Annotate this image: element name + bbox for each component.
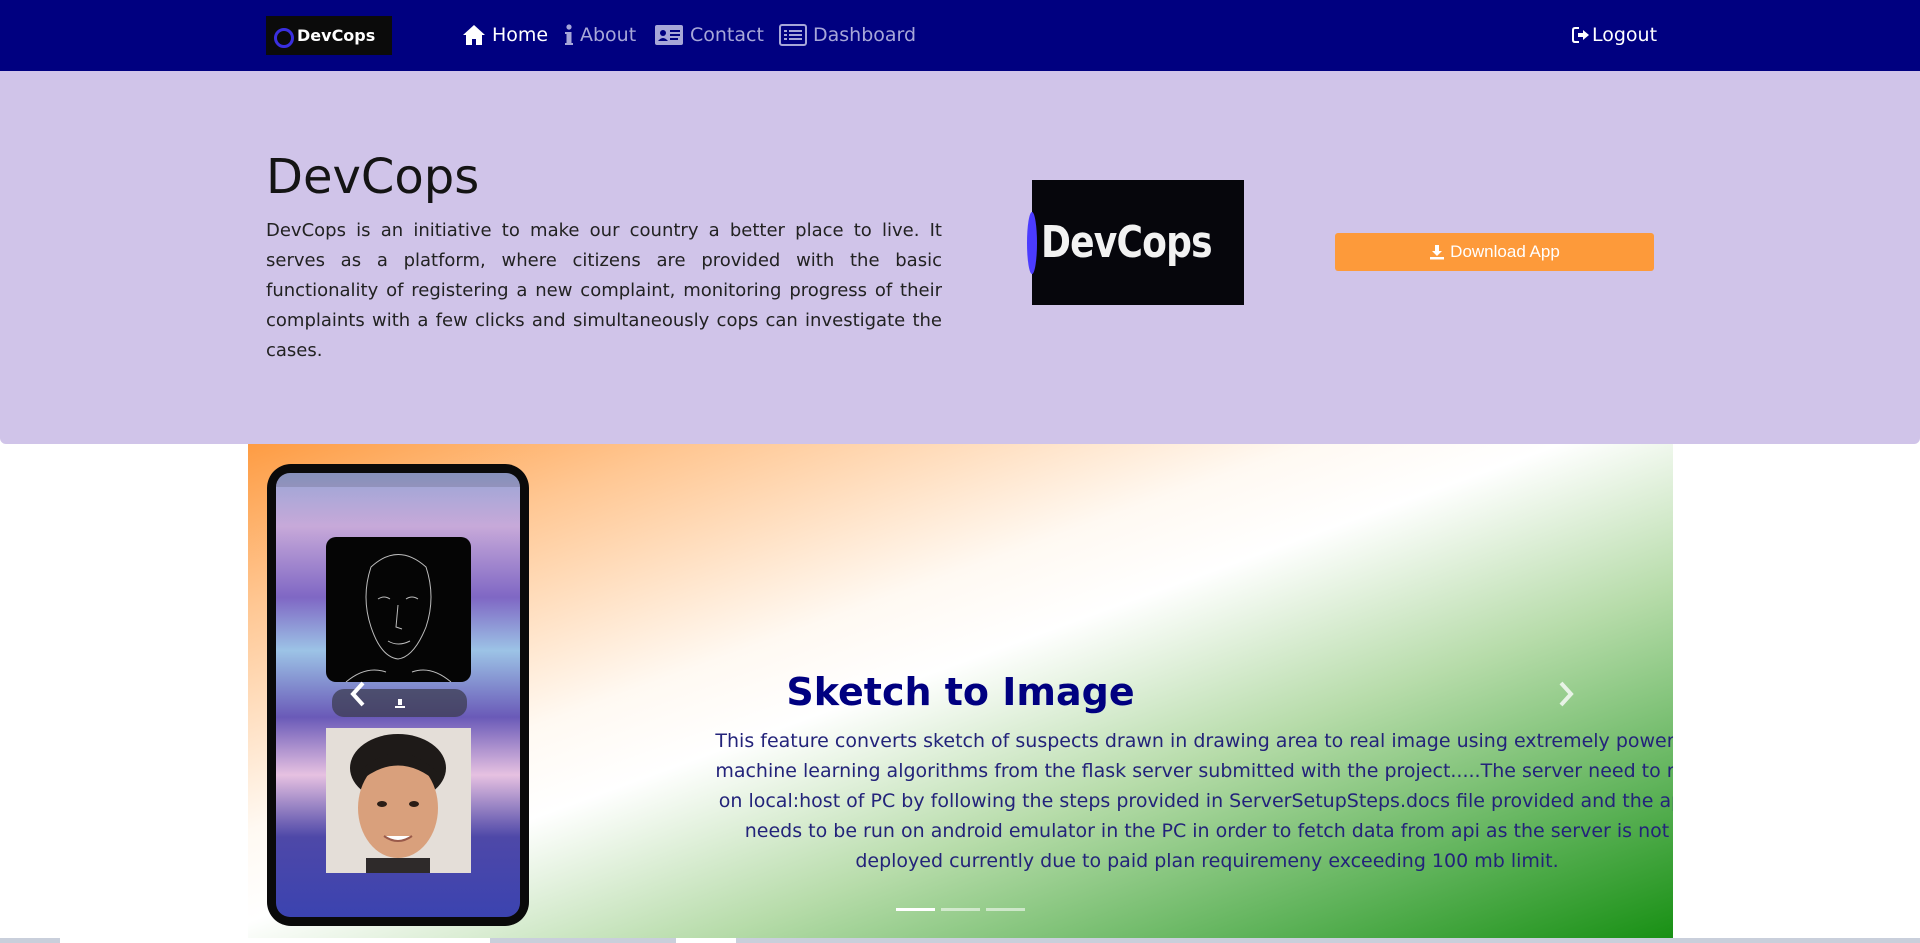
brand-logo[interactable]: DevCops bbox=[266, 16, 392, 55]
nav-item-dashboard[interactable]: Dashboard bbox=[779, 20, 916, 50]
face-photo bbox=[326, 728, 471, 873]
download-app-button[interactable]: Download App bbox=[1335, 233, 1654, 271]
hero-title: DevCops bbox=[266, 149, 480, 205]
scrollbar-thumb[interactable] bbox=[60, 938, 490, 943]
hero-logo-text: DevCops bbox=[1040, 217, 1213, 268]
carousel-indicators bbox=[896, 908, 1025, 911]
sketch-face-drawing bbox=[345, 554, 452, 683]
list-alt-icon bbox=[779, 24, 807, 46]
generated-face-image bbox=[326, 728, 471, 873]
top-navbar: DevCops Home About Contact Dashboard Log… bbox=[0, 0, 1920, 71]
info-icon bbox=[565, 24, 573, 45]
nav-item-label: Home bbox=[492, 24, 549, 46]
logout-label: Logout bbox=[1592, 24, 1658, 46]
nav-item-label: Dashboard bbox=[813, 24, 917, 46]
logout-link[interactable]: Logout bbox=[1572, 20, 1657, 50]
horizontal-scrollbar[interactable] bbox=[0, 938, 1920, 943]
hero-logo-image: DevCops bbox=[1026, 180, 1244, 305]
logo-ring-icon bbox=[1026, 211, 1037, 274]
feature-carousel: Sketch to Image This feature converts sk… bbox=[248, 444, 1673, 943]
nav-item-label: About bbox=[580, 24, 637, 46]
hero-description: DevCops is an initiative to make our cou… bbox=[266, 220, 942, 361]
contact-card-icon bbox=[655, 25, 683, 45]
chevron-right-icon bbox=[1559, 681, 1574, 707]
nav-item-about[interactable]: About bbox=[564, 20, 636, 50]
logout-icon bbox=[1572, 27, 1589, 43]
scrollbar-segment bbox=[676, 938, 736, 943]
home-icon bbox=[463, 25, 485, 45]
download-app-label: Download App bbox=[1450, 242, 1560, 261]
slide-title: Sketch to Image bbox=[786, 670, 1135, 714]
sketch-image bbox=[326, 537, 471, 683]
hero-section: DevCops DevCops is an initiative to make… bbox=[0, 71, 1920, 444]
carousel-next-button[interactable] bbox=[1554, 680, 1578, 708]
carousel-indicator-3[interactable] bbox=[986, 908, 1025, 911]
brand-ring-icon bbox=[274, 27, 294, 48]
download-icon bbox=[1430, 245, 1445, 260]
carousel-indicator-1[interactable] bbox=[896, 908, 935, 911]
nav-item-contact[interactable]: Contact bbox=[654, 20, 764, 50]
nav-item-home[interactable]: Home bbox=[462, 20, 548, 50]
slide-description: This feature converts sketch of suspects… bbox=[715, 730, 1673, 872]
phone-status-bar bbox=[276, 473, 520, 487]
brand-name: DevCops bbox=[297, 26, 376, 45]
nav-item-label: Contact bbox=[690, 24, 764, 46]
carousel-indicator-2[interactable] bbox=[941, 908, 980, 911]
